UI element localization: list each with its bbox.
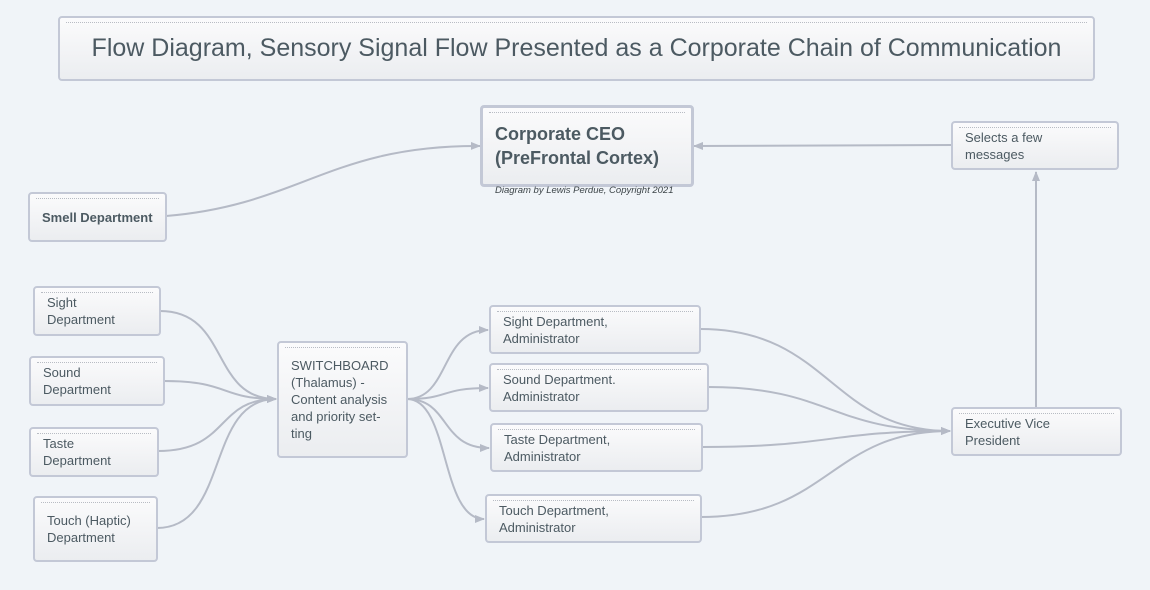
edge-taste-to-switchboard — [157, 395, 277, 452]
edge-sound-to-switchboard — [163, 380, 277, 403]
node-taste-administrator[interactable]: Taste Department, Administrator — [490, 423, 703, 472]
node-touch-department-label: Touch (Haptic) Department — [47, 513, 131, 545]
node-sight-department-label: Sight Department — [47, 295, 115, 327]
node-sound-department-label: Sound Department — [43, 365, 111, 397]
edge-switchboard-to-touch-admin — [406, 398, 485, 523]
node-taste-department[interactable]: Taste Department — [29, 427, 159, 477]
node-ceo[interactable]: Corporate CEO (PreFrontal Cortex) — [480, 105, 694, 187]
node-sight-administrator-label: Sight Department, Administrator — [503, 313, 608, 346]
node-selects-messages[interactable]: Selects a few messages — [951, 121, 1119, 170]
node-taste-department-label: Taste Department — [43, 436, 111, 468]
edge-switchboard-to-sight-admin — [406, 326, 489, 400]
diagram-title: Flow Diagram, Sensory Signal Flow Presen… — [58, 16, 1095, 81]
node-touch-department[interactable]: Touch (Haptic) Department — [33, 496, 158, 562]
node-switchboard[interactable]: SWITCHBOARD (Thalamus) - Content analysi… — [277, 341, 408, 458]
node-sound-administrator-label: Sound Department. Administrator — [503, 371, 616, 404]
edge-sound-admin-to-evp — [707, 386, 951, 435]
diagram-title-text: Flow Diagram, Sensory Signal Flow Presen… — [91, 34, 1062, 62]
node-switchboard-label: SWITCHBOARD (Thalamus) - Content analysi… — [291, 358, 389, 441]
edge-switchboard-to-taste-admin — [406, 398, 490, 452]
node-executive-vice-president[interactable]: Executive Vice President — [951, 407, 1122, 456]
edge-sight-admin-to-evp — [699, 328, 951, 435]
edge-touch-admin-to-evp — [700, 427, 951, 518]
node-touch-administrator-label: Touch Department, Administrator — [499, 502, 609, 535]
edge-selects-to-ceo — [693, 141, 953, 150]
node-executive-vice-president-label: Executive Vice President — [965, 415, 1051, 448]
copyright-caption: Diagram by Lewis Perdue, Copyright 2021 — [495, 185, 674, 196]
node-smell-department[interactable]: Smell Department — [28, 192, 167, 242]
node-sound-department[interactable]: Sound Department — [29, 356, 165, 406]
edge-taste-admin-to-evp — [701, 427, 951, 448]
node-sight-administrator[interactable]: Sight Department, Administrator — [489, 305, 701, 354]
node-taste-administrator-label: Taste Department, Administrator — [504, 431, 611, 464]
edge-sight-to-switchboard — [159, 310, 277, 403]
edge-switchboard-to-sound-admin — [406, 384, 489, 400]
node-sound-administrator[interactable]: Sound Department. Administrator — [489, 363, 709, 412]
node-smell-department-label: Smell Department — [42, 209, 153, 225]
node-ceo-label: Corporate CEO (PreFrontal Cortex) — [495, 124, 660, 168]
node-sight-department[interactable]: Sight Department — [33, 286, 161, 336]
edge-smell-to-ceo — [165, 141, 481, 217]
node-selects-messages-label: Selects a few messages — [965, 129, 1043, 162]
node-touch-administrator[interactable]: Touch Department, Administrator — [485, 494, 702, 543]
edge-touch-to-switchboard — [156, 395, 277, 529]
